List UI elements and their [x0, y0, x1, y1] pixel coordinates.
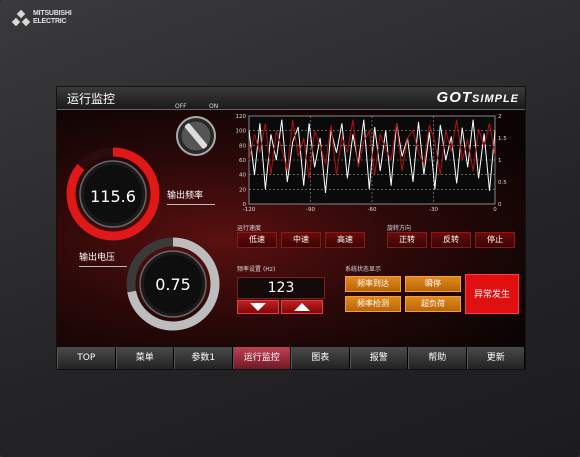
trend-chart: 12010080604020021.510.50-120 -90 -60 -30 0 [236, 114, 508, 213]
freq-setting-unit: (Hz) [262, 266, 276, 273]
increase-button[interactable] [281, 300, 323, 314]
chart-xtick: -60 [368, 207, 377, 213]
logo-simple: SIMPLE [472, 93, 519, 105]
main-panel: OFF ON 115.6 输出频率 0.75 输出电压 120 100 80 6… [57, 103, 525, 346]
chart-ytick-right: 0.5 [498, 180, 507, 186]
nav-update[interactable]: 更新 [466, 347, 525, 369]
chart-ytick-right: 1 [498, 158, 502, 164]
reverse-button[interactable]: 反转 [431, 232, 471, 248]
status-instant-stop: 瞬停 [405, 276, 461, 292]
chart-ytick-left: 60 [239, 158, 246, 164]
chart-ytick-right: 0 [498, 202, 502, 208]
status-freq-reached: 频率到达 [345, 276, 401, 292]
nav-help[interactable]: 帮助 [408, 347, 467, 369]
brand-line1: MITSUBISHI [33, 10, 72, 17]
brand-line2: ELECTRIC [33, 18, 67, 25]
nav-alarm[interactable]: 报警 [349, 347, 408, 369]
status-freq-detect: 频率检测 [345, 296, 401, 312]
speed-mid-button[interactable]: 中速 [281, 232, 321, 248]
down-arrow-icon [250, 303, 266, 311]
page-title: 运行监控 [67, 92, 116, 106]
chart-ytick-right: 1.5 [498, 136, 507, 142]
speed-high-button[interactable]: 高速 [325, 232, 365, 248]
bottom-nav: TOP 菜单 参数1 运行监控 图表 报警 帮助 更新 [57, 347, 525, 369]
chart-xtick: -30 [429, 207, 438, 213]
freq-setting-text: 频率设置 [237, 266, 262, 273]
decrease-button[interactable] [237, 300, 279, 314]
brand-name: MITSUBISHI ELECTRIC [33, 10, 72, 26]
mitsubishi-logo-icon [11, 9, 31, 27]
nav-menu[interactable]: 菜单 [115, 347, 174, 369]
up-arrow-icon [294, 303, 310, 311]
title-bar: 运行监控 GOTSIMPLE [57, 87, 525, 110]
alarm-indicator[interactable]: 异常发生 [465, 274, 519, 314]
chart-ytick-left: 20 [239, 187, 246, 193]
chart-xtick: -90 [306, 207, 315, 213]
chart-xtick: -120 [243, 207, 256, 213]
chart-ytick-right: 2 [498, 114, 502, 120]
logo-got: GOT [436, 89, 473, 106]
nav-top[interactable]: TOP [57, 347, 116, 369]
frequency-label: 输出频率 [167, 188, 215, 205]
nav-param1[interactable]: 参数1 [174, 347, 233, 369]
brand: MITSUBISHI ELECTRIC [11, 9, 72, 27]
status-label: 系统状态显示 [345, 266, 382, 273]
status-overload: 超负荷 [405, 296, 461, 312]
switch-on-label: ON [209, 103, 219, 110]
voltage-value: 0.75 [155, 275, 191, 294]
chart-ytick-left: 100 [236, 129, 247, 135]
switch-off-label: OFF [175, 103, 187, 110]
chart-ytick-left: 120 [236, 114, 247, 120]
freq-setting-label: 频率设置 (Hz) [237, 264, 275, 273]
chart-ytick-left: 40 [239, 173, 246, 179]
got-simple-logo: GOTSIMPLE [437, 89, 519, 107]
forward-button[interactable]: 正转 [387, 232, 427, 248]
chart-ytick-left: 80 [239, 143, 246, 149]
speed-low-button[interactable]: 低速 [237, 232, 277, 248]
speed-label: 运行速度 [237, 225, 262, 232]
voltage-label: 输出电压 [79, 250, 127, 267]
freq-setting-input[interactable]: 123 [237, 277, 325, 299]
chart-xtick: 0 [493, 207, 497, 213]
direction-label: 旋转方向 [387, 225, 412, 232]
hmi-bezel: MITSUBISHI ELECTRIC 运行监控 GOTSIMPLE OFF O… [0, 0, 580, 457]
rotary-switch[interactable] [175, 115, 217, 157]
stop-button[interactable]: 停止 [475, 232, 515, 248]
nav-run-monitor[interactable]: 运行监控 [232, 347, 291, 369]
nav-chart[interactable]: 图表 [291, 347, 350, 369]
hmi-screen: 运行监控 GOTSIMPLE OFF ON 115.6 输出频率 0.75 输出… [56, 86, 526, 370]
frequency-value: 115.6 [90, 187, 136, 206]
